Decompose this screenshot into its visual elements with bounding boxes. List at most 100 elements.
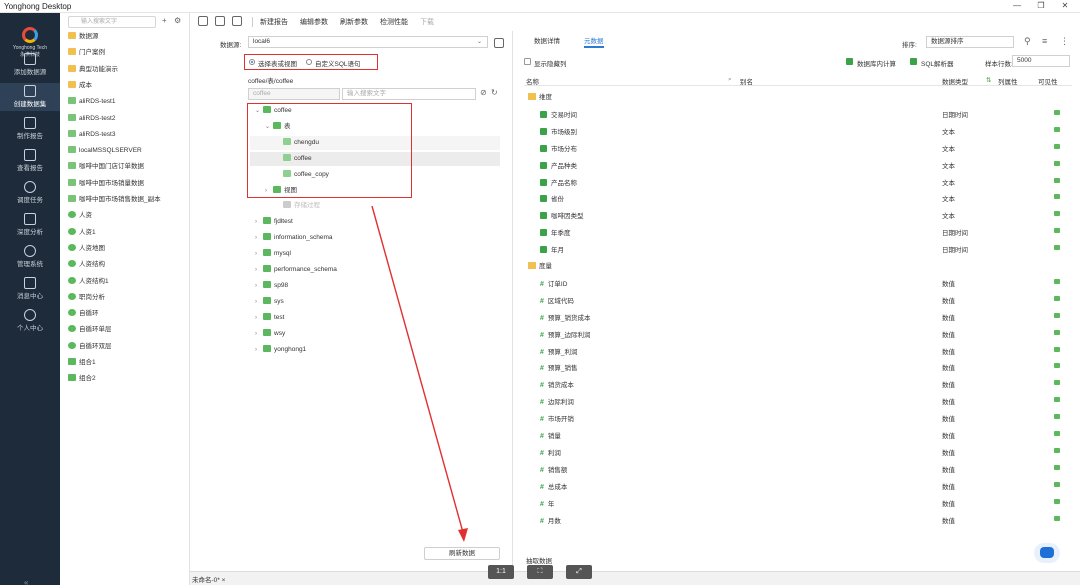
tree-item[interactable]: localMSSQLSERVER bbox=[68, 145, 142, 157]
field-type[interactable]: 数值 bbox=[942, 464, 955, 474]
db-filter-input[interactable]: coffee bbox=[248, 88, 340, 100]
sort-select[interactable]: 数据源排序 bbox=[926, 36, 1014, 48]
metadata-row[interactable]: # 预算_边际利润 数值 bbox=[524, 325, 1072, 342]
db-tree-item[interactable]: coffee_copy bbox=[275, 169, 329, 181]
eye-icon[interactable] bbox=[1054, 447, 1060, 453]
eye-icon[interactable] bbox=[1054, 160, 1060, 166]
expand-button[interactable]: ⤢ bbox=[566, 565, 592, 579]
field-type[interactable]: 数值 bbox=[942, 278, 955, 288]
field-type[interactable]: 数值 bbox=[942, 430, 955, 440]
eye-icon[interactable] bbox=[1054, 177, 1060, 183]
sql-parser-checkbox[interactable] bbox=[910, 58, 917, 65]
tree-search-input[interactable]: 输入搜索文字 bbox=[68, 16, 156, 28]
datasource-select[interactable]: local6 bbox=[248, 36, 488, 48]
eye-icon[interactable] bbox=[1054, 278, 1060, 284]
save-icon[interactable] bbox=[215, 16, 225, 26]
chevron-down-icon[interactable]: ⌄ bbox=[265, 121, 273, 133]
nav-schedule[interactable]: 调度任务 bbox=[0, 179, 60, 207]
metadata-row[interactable]: 交易时间 日期时间 bbox=[524, 105, 1072, 122]
tree-item[interactable]: 人资 bbox=[68, 210, 92, 222]
assistant-button[interactable] bbox=[1034, 543, 1060, 563]
tree-item[interactable]: 数据源 bbox=[68, 31, 99, 43]
db-tree-item[interactable]: › fjdltest bbox=[255, 216, 293, 228]
field-type[interactable]: 数值 bbox=[942, 396, 955, 406]
chevron-right-icon[interactable]: › bbox=[255, 328, 263, 340]
eye-icon[interactable] bbox=[1054, 380, 1060, 386]
filter-icon[interactable]: ⚲ bbox=[1024, 36, 1031, 47]
tree-item[interactable]: 人资结构1 bbox=[68, 276, 109, 288]
nav-deep-analysis[interactable]: 深度分析 bbox=[0, 211, 60, 239]
eye-icon[interactable] bbox=[1054, 295, 1060, 301]
metadata-row[interactable]: 咖啡因类型 文本 bbox=[524, 206, 1072, 223]
eye-icon[interactable] bbox=[1054, 515, 1060, 521]
field-type[interactable]: 日期时间 bbox=[942, 109, 968, 119]
search-icon[interactable]: ⌕ bbox=[728, 76, 732, 84]
field-type[interactable]: 数值 bbox=[942, 362, 955, 372]
field-type[interactable]: 文本 bbox=[942, 160, 955, 170]
table-search-input[interactable]: 输入搜索文字 bbox=[342, 88, 476, 100]
chevron-down-icon[interactable]: ⌄ bbox=[477, 38, 482, 45]
metadata-row[interactable]: # 预算_利润 数值 bbox=[524, 342, 1072, 359]
show-hidden-checkbox[interactable] bbox=[524, 58, 531, 65]
field-type[interactable]: 文本 bbox=[942, 126, 955, 136]
tree-item[interactable]: 人资1 bbox=[68, 227, 96, 239]
eye-icon[interactable] bbox=[1054, 397, 1060, 403]
tree-item[interactable]: 咖啡中国门店订单数据 bbox=[68, 161, 144, 173]
field-type[interactable]: 数值 bbox=[942, 346, 955, 356]
metadata-row[interactable]: # 区域代码 数值 bbox=[524, 291, 1072, 308]
chevron-right-icon[interactable]: › bbox=[255, 232, 263, 244]
tab-metadata[interactable]: 元数据 bbox=[584, 36, 604, 48]
radio-custom-sql[interactable] bbox=[306, 59, 312, 65]
eye-icon[interactable] bbox=[1054, 464, 1060, 470]
eye-icon[interactable] bbox=[1054, 312, 1060, 318]
tree-item[interactable]: 职岗分析 bbox=[68, 292, 105, 304]
chevron-right-icon[interactable]: › bbox=[255, 248, 263, 260]
metadata-row[interactable]: # 市场开销 数值 bbox=[524, 409, 1072, 426]
list-icon[interactable]: ≡ bbox=[1042, 36, 1047, 46]
edit-params-button[interactable]: 编辑参数 bbox=[300, 17, 328, 27]
export-icon[interactable] bbox=[232, 16, 242, 26]
refresh-data-button[interactable]: 刷新数据 bbox=[424, 547, 500, 560]
refresh-icon[interactable]: ↻ bbox=[491, 88, 498, 97]
tree-item[interactable]: 组合1 bbox=[68, 357, 96, 369]
group-header[interactable]: 维度 bbox=[528, 91, 552, 101]
nav-messages[interactable]: 消息中心 bbox=[0, 275, 60, 303]
db-tree-item[interactable]: ⌄ 表 bbox=[265, 121, 291, 133]
actual-size-button[interactable]: 1:1 bbox=[488, 565, 514, 579]
db-tree-item[interactable]: › wsy bbox=[255, 328, 285, 340]
field-type[interactable]: 文本 bbox=[942, 193, 955, 203]
chevron-right-icon[interactable]: › bbox=[255, 216, 263, 228]
eye-icon[interactable] bbox=[1054, 481, 1060, 487]
nav-make-report[interactable]: 制作报告 bbox=[0, 115, 60, 143]
chevron-right-icon[interactable]: › bbox=[255, 280, 263, 292]
chevron-right-icon[interactable]: › bbox=[265, 185, 273, 197]
metadata-row[interactable]: # 销货成本 数值 bbox=[524, 375, 1072, 392]
document-tab[interactable]: 未命名-0* × bbox=[192, 574, 225, 584]
metadata-row[interactable]: 市场级别 文本 bbox=[524, 122, 1072, 139]
tree-item[interactable]: 咖啡中国市场销售数据_副本 bbox=[68, 194, 161, 206]
tree-item[interactable]: 组合2 bbox=[68, 373, 96, 385]
db-tree-item[interactable]: chengdu bbox=[275, 137, 319, 149]
db-tree-item[interactable]: › performance_schema bbox=[255, 264, 337, 276]
eye-icon[interactable] bbox=[1054, 194, 1060, 200]
field-type[interactable]: 日期时间 bbox=[942, 227, 968, 237]
add-icon[interactable]: + bbox=[162, 16, 167, 25]
metadata-row[interactable]: # 预算_销货成本 数值 bbox=[524, 308, 1072, 325]
field-type[interactable]: 数值 bbox=[942, 515, 955, 525]
tree-item[interactable]: 自循环单层 bbox=[68, 324, 112, 336]
eye-icon[interactable] bbox=[1054, 143, 1060, 149]
field-type[interactable]: 数值 bbox=[942, 329, 955, 339]
db-tree-item[interactable]: › information_schema bbox=[255, 232, 333, 244]
field-type[interactable]: 日期时间 bbox=[942, 244, 968, 254]
metadata-row[interactable]: 年季度 日期时间 bbox=[524, 223, 1072, 240]
field-type[interactable]: 数值 bbox=[942, 498, 955, 508]
tree-item[interactable]: 人资地图 bbox=[68, 243, 105, 255]
chevron-right-icon[interactable]: › bbox=[255, 312, 263, 324]
tree-item[interactable]: 典型功能演示 bbox=[68, 64, 118, 76]
check-performance-button[interactable]: 检测性能 bbox=[380, 17, 408, 27]
db-tree-item[interactable]: › yonghong1 bbox=[255, 344, 306, 356]
db-tree-item[interactable]: › 视图 bbox=[265, 185, 297, 197]
metadata-row[interactable]: 产品名称 文本 bbox=[524, 173, 1072, 190]
tree-item[interactable]: 自循环双层 bbox=[68, 341, 112, 353]
metadata-row[interactable]: # 预算_销售 数值 bbox=[524, 358, 1072, 375]
